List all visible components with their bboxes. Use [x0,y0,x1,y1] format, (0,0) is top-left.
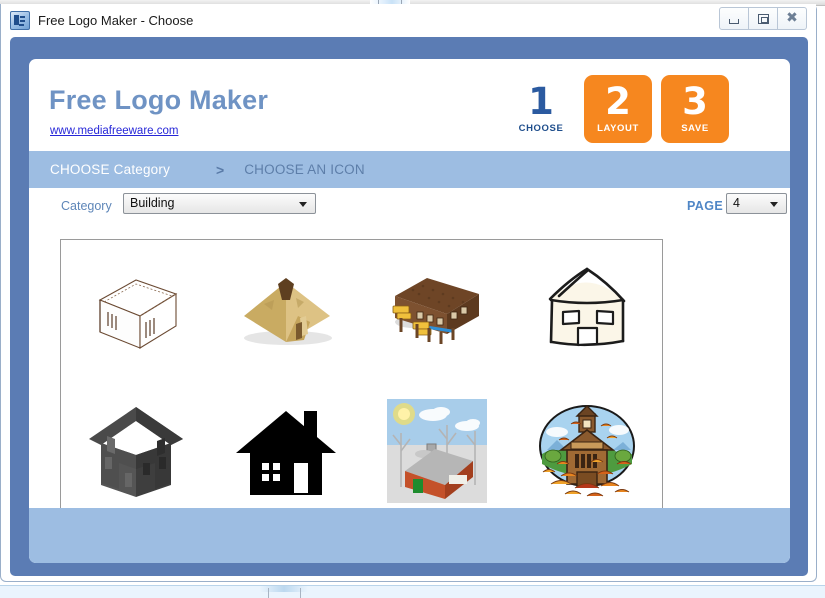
step-2-label: LAYOUT [597,123,639,135]
step-3-save[interactable]: 3 SAVE [661,75,729,143]
page-title: Free Logo Maker [49,85,269,115]
icon-cell-winter-cottage-scene[interactable] [362,381,512,522]
minimize-icon [729,19,739,24]
icon-cell-isometric-outline-house[interactable] [61,240,211,381]
chevron-right-icon: > [216,161,225,178]
step-1-label: CHOOSE [518,123,564,135]
page-select-value: 4 [733,196,740,210]
step-3-label: SAVE [681,123,709,135]
icon-grid-container [60,239,663,522]
icon-cell-brown-stilt-longhouse[interactable] [362,240,512,381]
brown-stilt-longhouse-icon [392,278,479,345]
black-house-silhouette-icon [236,410,337,495]
content-panel: Free Logo Maker www.mediafreeware.com 1 … [29,59,790,563]
icon-grid [61,240,662,521]
page-label: PAGE [687,199,724,213]
window-controls: ✖ [719,7,807,30]
close-icon: ✖ [786,10,798,26]
controls-row: Category Building PAGE 4 [29,188,790,224]
pyramid-icon [244,278,333,346]
step-indicator: 1 CHOOSE 2 LAYOUT 3 SAVE [507,75,738,143]
grey-3d-house-icon [89,406,184,497]
chevron-down-icon [770,202,778,207]
icon-cell-grey-3d-house[interactable] [61,381,211,522]
icon-cell-black-house-silhouette[interactable] [211,381,361,522]
autumn-schoolhouse-icon [538,404,635,497]
breadcrumb-choose-category[interactable]: CHOOSE Category [50,162,170,177]
close-button[interactable]: ✖ [777,7,807,30]
category-select[interactable]: Building [123,193,316,214]
title-bar: Free Logo Maker - Choose ✖ [1,4,816,36]
background-bottom-sliver [0,585,825,598]
background-bottom-tick-left [268,588,269,598]
screen: Free Logo Maker - Choose ✖ Free Logo Mak… [0,0,825,598]
page-select[interactable]: 4 [726,193,787,214]
step-2-number: 2 [605,79,631,123]
chevron-down-icon [299,202,307,207]
background-bottom-tick-right [300,588,301,598]
bottom-bar [29,508,790,563]
maximize-icon [758,14,769,24]
brand-header: Free Logo Maker www.mediafreeware.com 1 … [29,59,790,151]
breadcrumb-choose-an-icon[interactable]: CHOOSE AN ICON [244,162,365,177]
minimize-button[interactable] [719,7,749,30]
category-select-value: Building [130,196,175,210]
window-title: Free Logo Maker - Choose [38,12,194,28]
icon-cell-sketch-house[interactable] [512,240,662,381]
icon-cell-pyramid[interactable] [211,240,361,381]
winter-cottage-scene-icon [386,398,487,503]
website-link[interactable]: www.mediafreeware.com [50,125,178,137]
icon-cell-autumn-schoolhouse[interactable] [512,381,662,522]
sketch-house-icon [548,267,626,347]
application-window: Free Logo Maker - Choose ✖ Free Logo Mak… [0,4,817,582]
app-icon [10,10,30,30]
step-1-choose[interactable]: 1 CHOOSE [507,75,575,143]
step-2-layout[interactable]: 2 LAYOUT [584,75,652,143]
maximize-button[interactable] [748,7,778,30]
step-1-number: 1 [528,79,554,123]
window-frame: Free Logo Maker www.mediafreeware.com 1 … [10,37,808,576]
isometric-outline-house-icon [98,279,178,350]
category-label: Category [61,199,112,213]
breadcrumb: CHOOSE Category > CHOOSE AN ICON [29,151,790,188]
step-3-number: 3 [682,79,708,123]
